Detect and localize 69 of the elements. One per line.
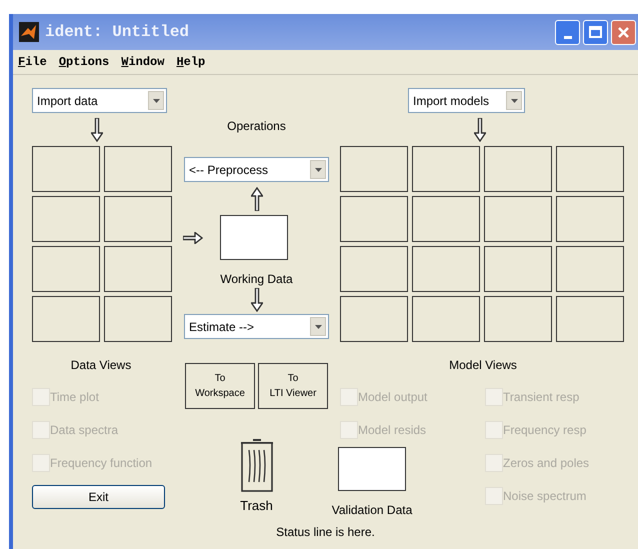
view-slot[interactable]: [412, 296, 480, 342]
view-slot[interactable]: [484, 246, 552, 292]
view-slot[interactable]: [556, 146, 624, 192]
export-button[interactable]: To LTI Viewer: [258, 363, 328, 409]
view-slot[interactable]: [104, 146, 172, 192]
validation-data-slot[interactable]: [338, 447, 406, 491]
dropdown[interactable]: Import data: [32, 88, 167, 113]
view-slot[interactable]: [556, 196, 624, 242]
view-slot[interactable]: [104, 296, 172, 342]
caret-icon: [310, 317, 326, 336]
close-icon: [617, 26, 630, 38]
view-slot[interactable]: [412, 246, 480, 292]
view-slot[interactable]: [556, 296, 624, 342]
slot-label: Validation Data: [332, 502, 412, 519]
view-slot[interactable]: [32, 246, 100, 292]
dropdown[interactable]: Import models: [408, 88, 525, 113]
dropdown[interactable]: Estimate -->: [184, 314, 329, 339]
slot-label: Working Data: [220, 271, 293, 288]
view-slot[interactable]: [104, 246, 172, 292]
minimize-button[interactable]: [555, 20, 580, 44]
working-data-slot[interactable]: [220, 215, 288, 260]
view-slot[interactable]: [340, 246, 408, 292]
app-logo-icon: [19, 22, 39, 42]
view-slot[interactable]: [340, 146, 408, 192]
view-slot[interactable]: [556, 246, 624, 292]
right-arrow-icon: [183, 232, 203, 244]
view-slot[interactable]: [340, 296, 408, 342]
trash-label: Trash: [240, 497, 273, 515]
window-title: ident: Untitled: [45, 22, 190, 43]
caret-icon: [148, 91, 164, 110]
menu-item[interactable]: Help: [176, 53, 206, 71]
trash-icon[interactable]: [238, 438, 274, 492]
caret-icon: [506, 91, 522, 110]
status-line: Status line is here.: [275, 524, 376, 541]
export-button[interactable]: To Workspace: [185, 363, 255, 409]
checkbox-label: Zeros and poles: [503, 455, 590, 472]
view-slot[interactable]: [412, 146, 480, 192]
checkbox-label: Data spectra: [50, 422, 118, 439]
view-slot[interactable]: [32, 196, 100, 242]
caret-icon: [310, 160, 326, 179]
close-button[interactable]: [611, 20, 636, 44]
checkbox-label: Noise spectrum: [503, 488, 586, 505]
menu-item[interactable]: Options: [58, 53, 110, 71]
up-arrow-icon: [250, 187, 262, 211]
section-title: Data Views: [70, 357, 132, 374]
dropdown[interactable]: <-- Preprocess: [184, 157, 329, 182]
view-slot[interactable]: [412, 196, 480, 242]
checkbox-label: Model resids: [358, 422, 426, 439]
checkbox-label: Frequency resp: [503, 422, 586, 439]
down-arrow-icon: [91, 118, 103, 142]
checkbox-label: Model output: [358, 389, 428, 406]
view-slot[interactable]: [484, 146, 552, 192]
view-slot[interactable]: [340, 196, 408, 242]
checkbox-label: Frequency function: [50, 455, 152, 472]
menu-item[interactable]: File: [18, 53, 47, 71]
section-title: Model Views: [448, 357, 518, 374]
down-arrow-icon: [250, 288, 262, 312]
section-title: Operations: [227, 118, 286, 135]
exit-button[interactable]: Exit: [32, 485, 165, 509]
view-slot[interactable]: [104, 196, 172, 242]
view-slot[interactable]: [32, 296, 100, 342]
maximize-button[interactable]: [583, 20, 608, 44]
view-slot[interactable]: [484, 296, 552, 342]
checkbox-label: Time plot: [50, 389, 99, 406]
down-arrow-icon: [474, 118, 486, 142]
checkbox-label: Transient resp: [503, 389, 580, 406]
view-slot[interactable]: [484, 196, 552, 242]
menu-item[interactable]: Window: [121, 53, 164, 71]
view-slot[interactable]: [32, 146, 100, 192]
